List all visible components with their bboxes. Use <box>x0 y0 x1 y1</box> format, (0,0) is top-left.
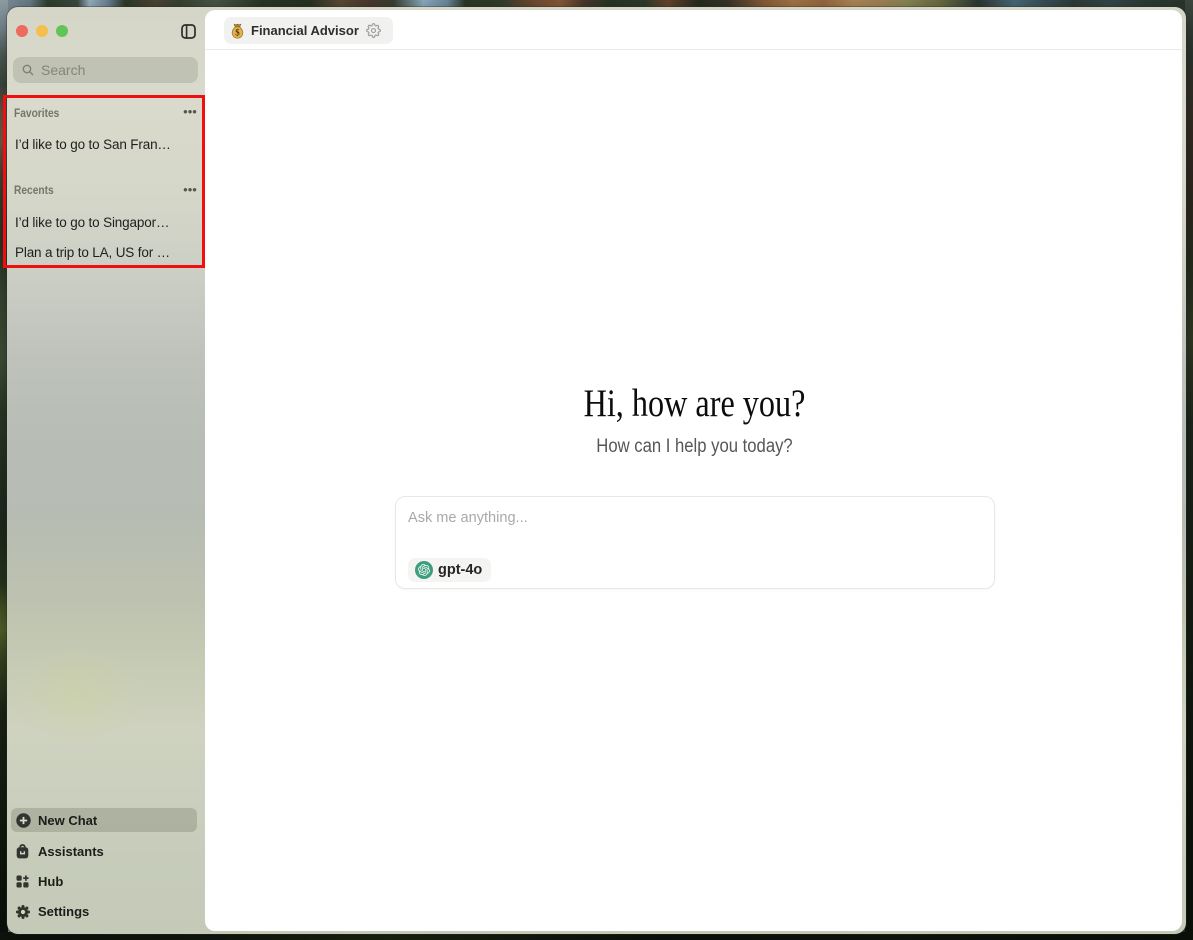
svg-text:$: $ <box>235 27 240 37</box>
